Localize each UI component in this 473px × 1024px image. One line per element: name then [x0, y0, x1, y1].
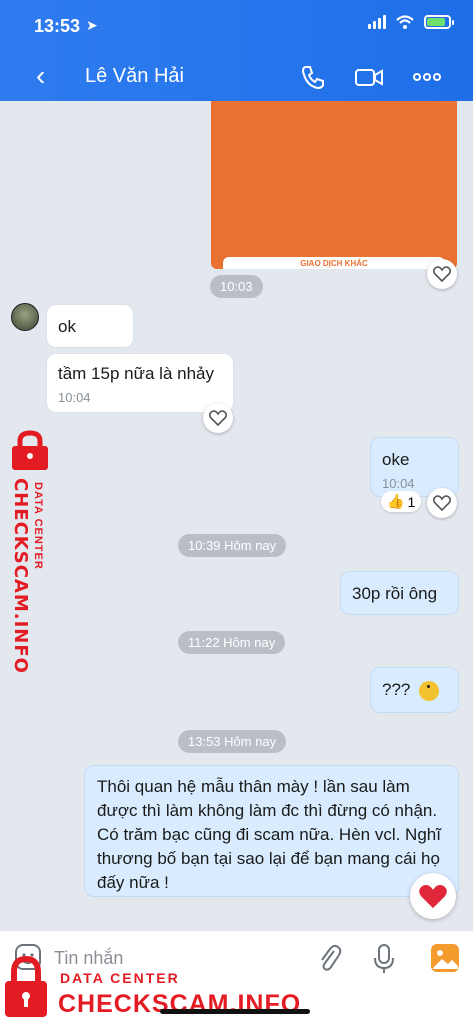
time-divider: 11:22 Hôm nay [178, 631, 286, 654]
status-icons [368, 15, 454, 29]
react-heart-button[interactable] [427, 488, 457, 518]
heart-outline-icon [433, 495, 451, 511]
contact-name[interactable]: Lê Văn Hải [85, 65, 184, 88]
wifi-icon [396, 15, 414, 29]
react-heart-button[interactable] [203, 403, 233, 433]
cellular-signal-icon [368, 15, 386, 29]
message-bubble-outgoing[interactable]: 30p rồi ông [340, 571, 459, 615]
reaction-count: 1 [407, 493, 416, 510]
react-heart-button[interactable] [427, 259, 457, 289]
message-time: 10:04 [58, 390, 91, 405]
pacman-emoji-icon [419, 680, 440, 701]
chat-header: 13:53 ➤ ‹ Lê Văn Hải [0, 0, 473, 101]
heart-outline-icon [209, 410, 227, 426]
message-text: ??? [382, 680, 411, 699]
message-text: tầm 15p nữa là nhảy [58, 364, 214, 383]
reaction-summary[interactable]: 👍 1 [381, 491, 422, 512]
lock-icon [12, 430, 48, 470]
battery-icon [424, 15, 454, 29]
watermark-label: DATA CENTER [60, 970, 180, 986]
message-text: oke [382, 450, 410, 469]
lock-icon [5, 955, 47, 1017]
location-arrow-icon: ➤ [86, 17, 98, 33]
message-bubble-outgoing[interactable]: ??? [370, 667, 459, 713]
message-text: Thôi quan hệ mẫu thân mày ! lần sau làm … [97, 777, 441, 892]
message-time-pill: 10:03 [210, 275, 263, 298]
more-options-icon[interactable] [412, 62, 442, 92]
avatar[interactable] [11, 303, 39, 331]
message-bubble-incoming[interactable]: tầm 15p nữa là nhảy 10:04 [46, 353, 234, 413]
attachment-icon[interactable] [316, 943, 342, 973]
message-text: ok [58, 317, 76, 336]
watermark-vertical: CHECKSCAM.INFO DATA CENTER [4, 430, 50, 674]
watermark-brand: CHECKSCAM.INFO [10, 478, 31, 674]
watermark-label: DATA CENTER [32, 482, 44, 570]
message-input[interactable]: Tin nhắn [54, 948, 123, 969]
microphone-icon[interactable] [372, 943, 396, 975]
time-divider: 13:53 Hôm nay [178, 730, 287, 753]
heart-filled-icon [419, 884, 447, 908]
video-call-icon[interactable] [354, 62, 384, 92]
time-divider: 10:39 Hôm nay [178, 534, 287, 557]
phone-call-icon[interactable] [298, 62, 328, 92]
thumbs-up-icon: 👍 [387, 493, 405, 509]
message-text: 30p rồi ông [352, 584, 438, 603]
status-time: 13:53 [34, 16, 81, 36]
back-button[interactable]: ‹ [36, 62, 45, 90]
heart-reaction-button[interactable] [410, 873, 456, 919]
message-bubble-outgoing[interactable]: Thôi quan hệ mẫu thân mày ! lần sau làm … [84, 765, 459, 897]
image-caption: GIAO DỊCH KHÁC [223, 257, 445, 269]
message-bubble-incoming[interactable]: ok [46, 304, 134, 348]
image-message[interactable]: GIAO DỊCH KHÁC [211, 101, 457, 269]
gallery-image-icon[interactable] [430, 943, 460, 973]
heart-outline-icon [433, 266, 451, 282]
watermark-brand: CHECKSCAM.INFO [58, 990, 302, 1018]
home-indicator [160, 1009, 310, 1014]
